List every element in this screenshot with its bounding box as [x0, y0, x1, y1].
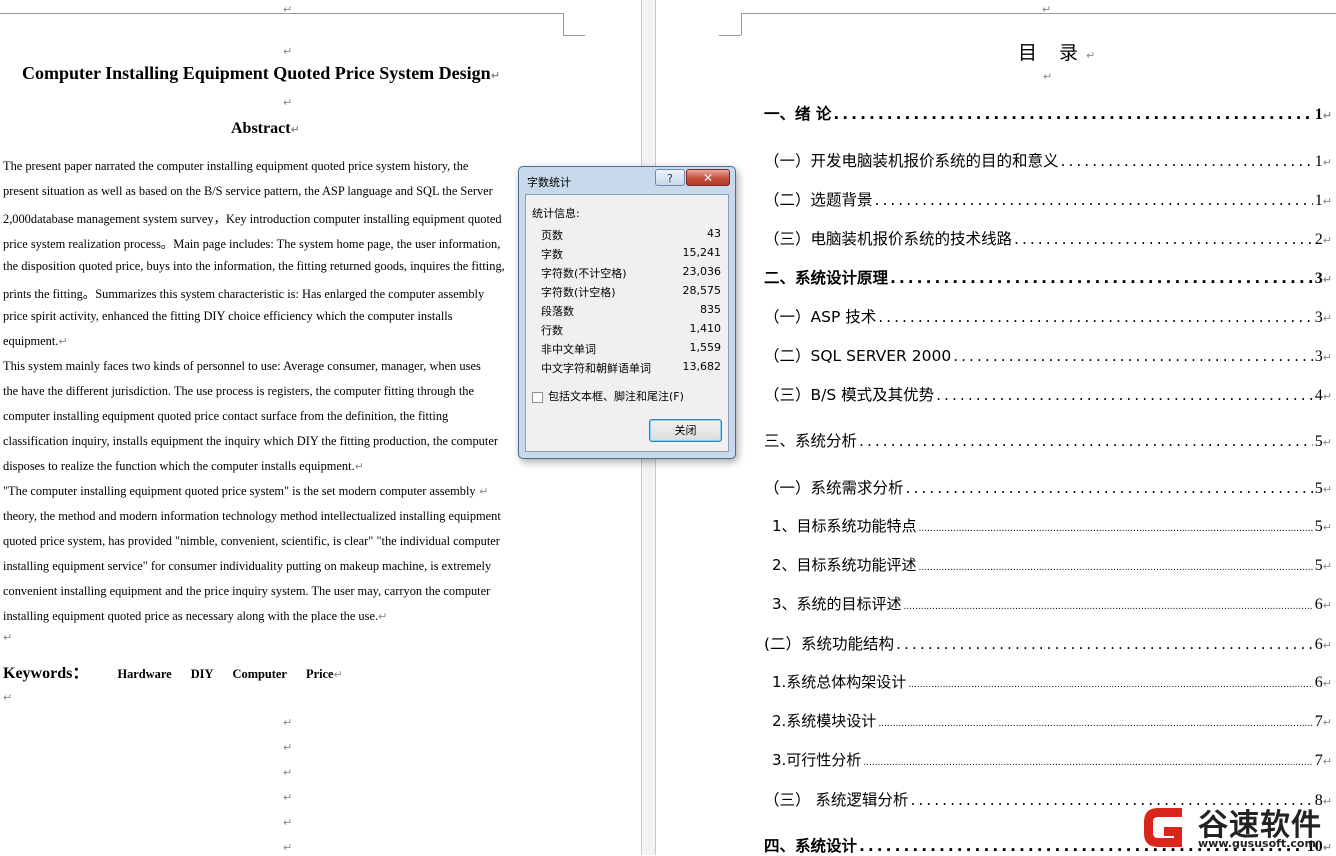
checkbox-label: 包括文本框、脚注和尾注(F) [548, 390, 684, 403]
toc-entry[interactable]: 2、目标系统功能评述..............................… [772, 554, 1332, 576]
paragraph-mark: ↵ [283, 716, 293, 729]
keyword: Hardware [117, 667, 172, 681]
stat-row: 中文字符和朝鲜语单词 13,682 [541, 360, 721, 375]
toc-entry[interactable]: （一）开发电脑装机报价系统的目的和意义.....................… [764, 149, 1332, 171]
paragraph-mark: ↵ [283, 841, 293, 854]
paragraph-line: theory, the method and modern informatio… [3, 509, 501, 523]
help-button[interactable]: ? [655, 169, 685, 186]
paragraph-mark: ↵ [1042, 3, 1052, 16]
paragraph-line: price system realization process。Main pa… [3, 237, 501, 251]
paragraph-line: This system mainly faces two kinds of pe… [3, 359, 481, 373]
paragraph-line: quoted price system, has provided "nimbl… [3, 534, 500, 548]
paragraph-mark: ↵ [1043, 70, 1053, 83]
keyword: Computer [232, 667, 287, 681]
paragraph-line: price spirit activity, enhanced the fitt… [3, 309, 453, 323]
dialog-titlebar[interactable]: 字数统计 ? ✕ [519, 167, 735, 193]
paragraph-mark: ↵ [283, 3, 293, 16]
stat-row: 字数 15,241 [541, 246, 721, 261]
paragraph-mark: ↵ [3, 691, 13, 704]
toc-entry[interactable]: 一、绪 论...................................… [764, 102, 1332, 124]
toc-entry[interactable]: 1、目标系统功能特点..............................… [772, 515, 1332, 537]
dialog-body: 统计信息: 页数 43 字数 15,241 字符数(不计空格) 23,036 字符数(… [525, 194, 729, 452]
paragraph-mark: ↵ [283, 816, 293, 829]
toc-entry[interactable]: 3、系统的目标评述...............................… [772, 593, 1332, 615]
toc-entry[interactable]: （三）电脑装机报价系统的技术线路........................… [764, 227, 1332, 249]
toc-entry[interactable]: （二）SQL SERVER 2000......................… [764, 344, 1332, 366]
paragraph-line: 2,000database management system survey，K… [3, 212, 502, 226]
toc-entry[interactable]: 二、系统设计原理................................… [764, 266, 1332, 288]
keyword: DIY [190, 667, 214, 681]
paragraph-line: the have the different jurisdiction. The… [3, 384, 474, 398]
toc-entry[interactable]: 三、系统分析..................................… [764, 429, 1332, 451]
keyword: Price [306, 667, 334, 681]
stat-row: 行数 1,410 [541, 322, 721, 337]
word-count-dialog[interactable]: 字数统计 ? ✕ 统计信息: 页数 43 字数 15,241 字符数(不计空格) 23… [518, 166, 736, 459]
crop-mark [741, 13, 742, 35]
paragraph-line: convenient installing equipment and the … [3, 584, 491, 598]
stat-row: 非中文单词 1,559 [541, 341, 721, 356]
stat-row: 段落数 835 [541, 303, 721, 318]
crop-mark [0, 13, 564, 14]
toc-entry[interactable]: (二）系统功能结构...............................… [764, 632, 1332, 654]
crop-mark [719, 35, 741, 36]
checkbox-box[interactable] [532, 391, 543, 403]
include-textboxes-checkbox[interactable]: 包括文本框、脚注和尾注(F) [532, 388, 684, 404]
document-title: Computer Installing Equipment Quoted Pri… [22, 63, 500, 83]
stat-row: 页数 43 [541, 227, 721, 242]
paragraph-line: classification inquiry, installs equipme… [3, 434, 498, 448]
paragraph-line: computer installing equipment quoted pri… [3, 409, 449, 423]
stat-row: 字符数(计空格) 28,575 [541, 284, 721, 299]
abstract-heading: Abstract↵ [231, 120, 300, 137]
keywords-label: Keywords： [3, 665, 89, 682]
paragraph-line: present situation as well as based on th… [3, 184, 493, 198]
paragraph-mark: ↵ [283, 791, 293, 804]
close-icon[interactable]: ✕ [686, 169, 730, 186]
paragraph-line: disposes to realize the function which t… [3, 459, 364, 473]
paragraph-mark: ↵ [283, 96, 293, 109]
crop-mark [563, 35, 585, 36]
paragraph-line: installing equipment service" for consum… [3, 559, 492, 573]
paragraph-line: The present paper narrated the computer … [3, 159, 469, 173]
stat-row: 字符数(不计空格) 23,036 [541, 265, 721, 280]
watermark: 谷速软件 www.gususoft.com [1138, 800, 1336, 855]
crop-mark [563, 13, 564, 35]
paragraph-line: equipment.↵ [3, 334, 68, 348]
paragraph-line: installing equipment quoted price as nec… [3, 609, 388, 623]
toc-entry[interactable]: （一）系统需求分析...............................… [764, 476, 1332, 498]
gususoft-logo-icon [1144, 808, 1182, 847]
watermark-url: www.gususoft.com [1198, 837, 1316, 850]
toc-entry[interactable]: （二）选题背景.................................… [764, 188, 1332, 210]
toc-title: 目 录↵ [1018, 42, 1104, 64]
keywords-line: Keywords： Hardware DIY Computer Price↵ [3, 665, 343, 682]
paragraph-mark: ↵ [283, 741, 293, 754]
paragraph-line: "The computer installing equipment quote… [3, 484, 489, 498]
stats-header: 统计信息: [532, 207, 580, 220]
paragraph-mark: ↵ [283, 45, 293, 58]
paragraph-line: the disposition quoted price, buys into … [3, 259, 505, 273]
close-button[interactable]: 关闭 [649, 419, 722, 442]
toc-entry[interactable]: （一）ASP 技术...............................… [764, 305, 1332, 327]
crop-mark [741, 13, 1336, 14]
toc-entry[interactable]: 1.系统总体构架设计..............................… [772, 671, 1332, 693]
dialog-title: 字数统计 [527, 176, 571, 189]
toc-entry[interactable]: （三）B/S 模式及其优势 ..........................… [764, 383, 1332, 405]
paragraph-mark: ↵ [3, 631, 13, 644]
paragraph-line: prints the fitting。Summarizes this syste… [3, 287, 485, 301]
toc-entry[interactable]: 2.系统模块设计................................… [772, 710, 1332, 732]
paragraph-mark: ↵ [283, 766, 293, 779]
toc-entry[interactable]: 3.可行性分析.................................… [772, 749, 1332, 771]
